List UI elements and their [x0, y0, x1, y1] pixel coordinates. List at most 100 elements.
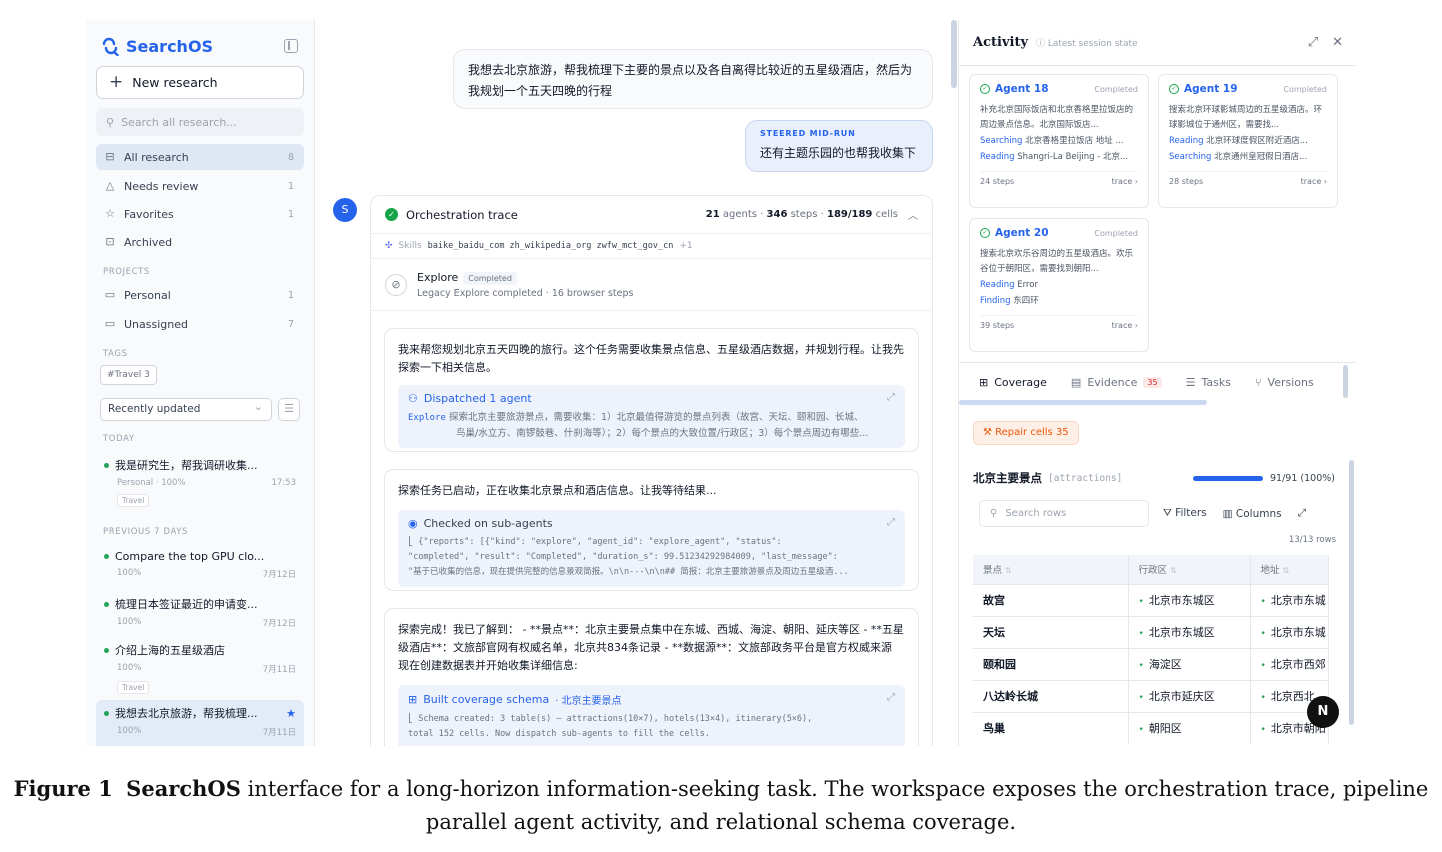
message-text: 我来帮您规划北京五天四晚的旅行。这个任务需要收集景点信息、五星级酒店数据，并规划…	[398, 343, 904, 374]
agent-card[interactable]: ✓ Agent 20 Completed 搜索北京欢乐谷周边的五星级酒店。欢乐谷位于…	[969, 218, 1149, 352]
compass-icon: ⊘	[385, 273, 407, 296]
search-research-input[interactable]: ⚲ Search all research...	[96, 108, 304, 136]
assistant-fab[interactable]: N	[1307, 696, 1339, 728]
trace-link[interactable]: trace ›	[1112, 177, 1138, 186]
research-item[interactable]: 介绍上海的五星级酒店 100% 7月11日 Travel	[96, 637, 304, 694]
cell[interactable]: 八达岭长城	[973, 679, 1129, 712]
coverage-bar	[1193, 475, 1264, 481]
caption-bold: SearchOS	[126, 776, 241, 801]
nav-all-research[interactable]: ⊟ All research 8	[96, 144, 304, 170]
tag-travel[interactable]: #Travel 3	[100, 365, 157, 385]
agent-log: Reading Error	[980, 280, 1038, 290]
collapse-sidebar-icon[interactable]	[284, 39, 298, 53]
cell[interactable]: 鸟巢	[973, 711, 1129, 744]
repair-cells-button[interactable]: ⚒ Repair cells 35	[973, 421, 1079, 445]
orchestration-trace: ✓ Orchestration trace 21 agents · 346 st…	[370, 195, 933, 746]
research-item[interactable]: 我是研究生，帮我调研收集... Personal · 100% 17:53 Tra…	[96, 452, 304, 507]
card-title-suffix: · 北京主要景点	[555, 696, 622, 707]
chevron-up-icon[interactable]: ︿	[908, 207, 918, 222]
research-item[interactable]: Compare the top GPU clo... 100% 7月12日	[96, 545, 304, 580]
chat-panel: 我想去北京旅游，帮我梳理下主要的景点以及各自离得比较近的五星级酒店，然后为我规划…	[315, 20, 958, 746]
column-header[interactable]: 地址 ⇅	[1250, 555, 1329, 584]
expand-icon[interactable]: ⤢	[1298, 507, 1306, 520]
document-icon: ▤	[1070, 376, 1082, 389]
puzzle-icon: ✣	[385, 241, 393, 251]
cell[interactable]: • 海淀区	[1128, 647, 1251, 680]
project-unassigned[interactable]: ▭ Unassigned 7	[96, 311, 304, 337]
tab-evidence[interactable]: ▤ Evidence 35	[1071, 376, 1162, 389]
dispatch-card[interactable]: ⚇ Dispatched 1 agent ⤢ Explore 探索北京主要旅游景点…	[398, 385, 905, 448]
expand-icon[interactable]: ⤢	[1308, 35, 1318, 50]
sort-select[interactable]: Recently updated	[100, 396, 272, 421]
cell[interactable]: 天坛	[973, 615, 1129, 648]
trace-header[interactable]: ✓ Orchestration trace 21 agents · 346 st…	[371, 196, 932, 234]
cell[interactable]: • 北京市东城	[1250, 615, 1329, 648]
steer-text: 还有主题乐园的也帮我收集下	[760, 146, 917, 160]
cell[interactable]: • 北京市西郊	[1250, 647, 1329, 680]
cell[interactable]: 颐和园	[973, 647, 1129, 680]
star-icon: ☆	[105, 207, 115, 220]
tab-coverage[interactable]: ⊞ Coverage	[979, 376, 1047, 389]
table-scrollbar[interactable]	[1349, 460, 1354, 725]
nav-favorites[interactable]: ☆ Favorites 1	[96, 201, 304, 227]
item-meta: Personal · 100%	[117, 478, 186, 488]
expand-icon[interactable]: ⤢	[887, 517, 895, 528]
expand-icon[interactable]: ⤢	[887, 392, 895, 403]
column-header[interactable]: 行政区 ⇅	[1128, 555, 1251, 584]
activity-subtitle: ⓘ Latest session state	[1036, 39, 1138, 49]
row-count: 13/13 rows	[1288, 535, 1336, 545]
project-label: Unassigned	[124, 317, 188, 331]
project-label: Personal	[124, 288, 171, 302]
check-subagents-card[interactable]: ◉ Checked on sub-agents ⤢ ⎣ {"reports": […	[398, 510, 905, 587]
filter-icon[interactable]: ☰	[278, 398, 300, 421]
today-heading: TODAY	[103, 434, 135, 444]
research-item-active[interactable]: 我想去北京旅游，帮我梳理... ★ 100% 7月11日	[96, 700, 304, 746]
new-research-button[interactable]: + New research	[96, 66, 304, 99]
expand-icon[interactable]: ⤢	[887, 692, 895, 703]
tab-scroll-indicator[interactable]	[959, 400, 1207, 405]
agent-log: Searching 北京通州皇冠假日酒店...	[1169, 152, 1308, 162]
close-icon[interactable]: ✕	[1332, 35, 1343, 50]
tab-tasks[interactable]: ☰ Tasks	[1186, 376, 1231, 389]
filters-button[interactable]: ⛛ Filters	[1163, 507, 1207, 520]
column-header[interactable]: 景点 ⇅	[973, 555, 1129, 584]
project-personal[interactable]: ▭ Personal 1	[96, 282, 304, 308]
schema-card[interactable]: ⊞ Built coverage schema · 北京主要景点 ⤢ ⎣ Schem…	[398, 685, 905, 746]
cell[interactable]: 故宫	[973, 583, 1129, 616]
research-item[interactable]: 梳理日本签证最近的申请变... 100% 7月12日	[96, 591, 304, 629]
agent-key: Explore	[408, 413, 446, 423]
nav-count: 1	[287, 180, 294, 192]
main-scrollbar[interactable]	[951, 20, 957, 88]
cell[interactable]: • 北京市东城区	[1128, 583, 1251, 616]
trace-link[interactable]: trace ›	[1112, 321, 1138, 330]
agent-card[interactable]: ✓ Agent 18 Completed 补充北京国际饭店和北京香格里拉饭店的周边景…	[969, 74, 1149, 208]
search-rows-input[interactable]: ⚲ Search rows	[979, 500, 1149, 527]
cell[interactable]: • 北京市东城	[1250, 583, 1329, 616]
agent-desc: 搜索北京环球影城周边的五星级酒店。环球影城位于通州区，需要找...	[1169, 105, 1323, 130]
explore-step[interactable]: ⊘ Explore Completed Legacy Explore comple…	[371, 259, 932, 311]
card-body: ⎣ {"reports": [{"kind": "explore", "agen…	[408, 537, 782, 547]
steer-message: STEERED MID-RUN 还有主题乐园的也帮我收集下	[745, 120, 933, 172]
card-body-2: total 152 cells. Now dispatch sub-agents…	[408, 729, 710, 739]
trace-link[interactable]: trace ›	[1301, 177, 1327, 186]
skills-more[interactable]: +1	[679, 241, 692, 251]
nav-archived[interactable]: ⊡ Archived	[96, 229, 304, 255]
cell[interactable]: • 北京市东城区	[1128, 615, 1251, 648]
favorite-star-icon[interactable]: ★	[286, 707, 296, 720]
tab-versions[interactable]: ⑂ Versions	[1255, 376, 1314, 389]
nav-needs-review[interactable]: △ Needs review 1	[96, 173, 304, 199]
caption-text: interface for a long-horizon information…	[247, 777, 1429, 801]
item-date: 7月12日	[262, 619, 296, 629]
tabs-scrollbar[interactable]	[1343, 365, 1348, 398]
brand[interactable]: SearchOS	[100, 36, 213, 56]
columns-button[interactable]: ▥ Columns	[1223, 508, 1282, 520]
agent-steps: 28 steps	[1169, 177, 1204, 186]
agent-card[interactable]: ✓ Agent 19 Completed 搜索北京环球影城周边的五星级酒店。环球影城…	[1158, 74, 1338, 208]
cell[interactable]: • 北京市延庆区	[1128, 679, 1251, 712]
panel-tabs: ⊞ Coverage ▤ Evidence 35 ☰ Tasks ⑂ Versions	[959, 362, 1356, 402]
item-title: 介绍上海的五星级酒店	[115, 644, 225, 657]
folder-icon: ▭	[104, 317, 116, 330]
searchos-logo-icon	[102, 37, 119, 56]
nav-label: Archived	[124, 235, 173, 249]
cell[interactable]: • 朝阳区	[1128, 711, 1251, 744]
